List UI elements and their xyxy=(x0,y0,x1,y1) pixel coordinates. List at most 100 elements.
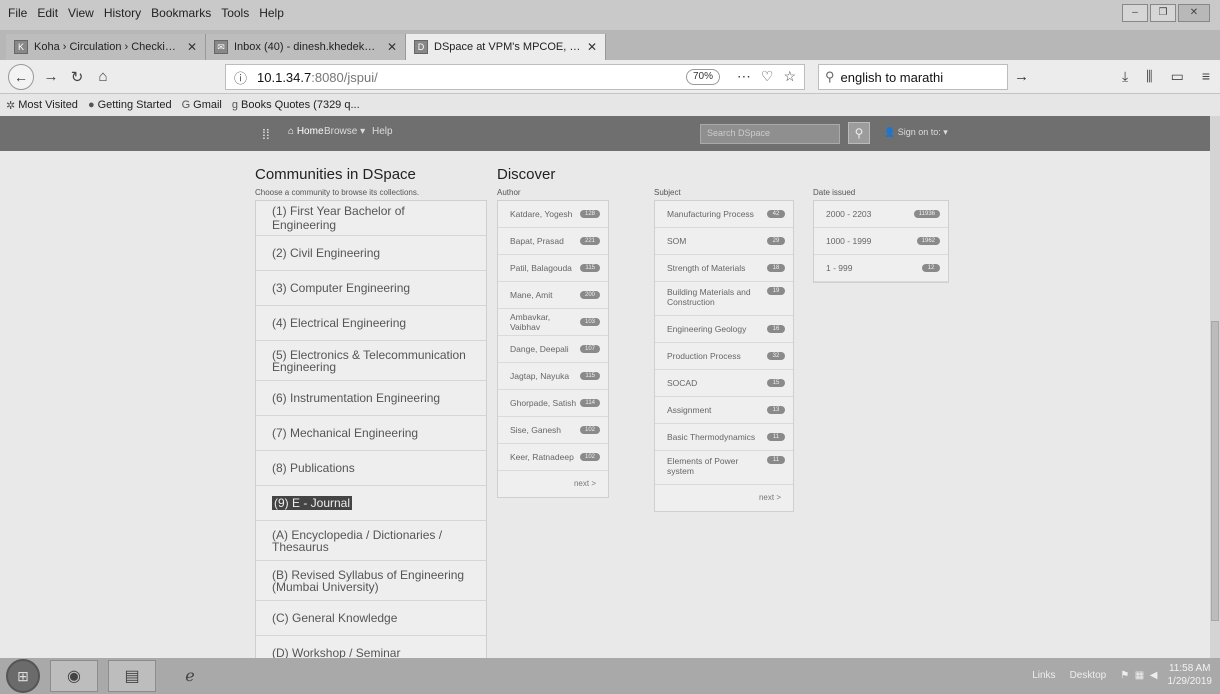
menu-bookmarks[interactable]: Bookmarks xyxy=(151,6,211,20)
tab-inbox[interactable]: ✉ Inbox (40) - dinesh.khedekar@ ✕ xyxy=(206,34,406,60)
subject-row[interactable]: SOM 29 xyxy=(655,228,793,255)
dspace-logo-icon[interactable]: ⁞⁞ xyxy=(262,126,278,142)
search-go-icon[interactable]: → xyxy=(1014,68,1029,85)
author-row[interactable]: Dange, Deepali 107 xyxy=(498,336,608,363)
menu-file[interactable]: File xyxy=(8,6,27,20)
close-window-icon[interactable]: ✕ xyxy=(1178,4,1210,22)
community-item[interactable]: (7) Mechanical Engineering xyxy=(256,416,486,451)
count-badge: 11 xyxy=(767,456,785,464)
links-toolbar[interactable]: Links xyxy=(1032,670,1055,681)
date-facet-list: 2000 - 2203 11936 1000 - 1999 1962 1 - 999… xyxy=(813,200,949,283)
back-icon[interactable]: ← xyxy=(8,63,34,90)
page-actions-icon[interactable]: ⋯ xyxy=(737,68,751,85)
dspace-search-input[interactable]: Search DSpace xyxy=(700,124,840,144)
date-row[interactable]: 1000 - 1999 1962 xyxy=(814,228,948,255)
address-bar[interactable]: ⓘ 10.1.34.7:8080/jspui/ 70% ⋯ ♡ ☆ xyxy=(225,64,805,90)
flag-icon[interactable]: ⚑ xyxy=(1120,670,1129,681)
library-icon[interactable]: ⫼ xyxy=(1146,68,1152,85)
close-tab-icon[interactable]: ✕ xyxy=(187,40,197,54)
bookmark-gmail[interactable]: G Gmail xyxy=(182,99,222,111)
bookmark-books-quotes[interactable]: g Books Quotes (7329 q... xyxy=(232,99,360,111)
community-item[interactable]: (6) Instrumentation Engineering xyxy=(256,381,486,416)
toolbar-right: ⤓ ⫼ ▭ ≡ xyxy=(1122,68,1210,85)
subject-row[interactable]: Strength of Materials 18 xyxy=(655,255,793,282)
nav-help-link[interactable]: Help xyxy=(372,126,393,137)
close-tab-icon[interactable]: ✕ xyxy=(587,40,597,54)
author-row[interactable]: Patil, Balagouda 115 xyxy=(498,255,608,282)
date-row[interactable]: 1 - 999 12 xyxy=(814,255,948,282)
close-tab-icon[interactable]: ✕ xyxy=(387,40,397,54)
date-row[interactable]: 2000 - 2203 11936 xyxy=(814,201,948,228)
tab-dspace[interactable]: D DSpace at VPM's MPCOE, Velr ✕ xyxy=(406,34,606,60)
tab-koha[interactable]: K Koha › Circulation › Checking ( ✕ xyxy=(6,34,206,60)
author-row[interactable]: Keer, Ratnadeep 102 xyxy=(498,444,608,471)
home-icon[interactable]: ⌂ xyxy=(92,68,114,85)
menu-edit[interactable]: Edit xyxy=(37,6,58,20)
volume-icon[interactable]: ◀ xyxy=(1150,670,1158,681)
pocket-icon[interactable]: ♡ xyxy=(761,68,774,85)
subject-row[interactable]: Assignment 13 xyxy=(655,397,793,424)
subject-row[interactable]: Manufacturing Process 42 xyxy=(655,201,793,228)
subject-name: Strength of Materials xyxy=(667,263,746,273)
nav-browse-link[interactable]: Browse ▾ xyxy=(324,126,365,137)
community-item[interactable]: (5) Electronics & Telecommunication Engi… xyxy=(256,341,486,381)
dspace-search-button[interactable]: ⚲ xyxy=(848,122,870,144)
menu-help[interactable]: Help xyxy=(259,6,284,20)
community-item[interactable]: (8) Publications xyxy=(256,451,486,486)
author-row[interactable]: Bapat, Prasad 221 xyxy=(498,228,608,255)
subject-facet: Subject Manufacturing Process 42 SOM 29 St… xyxy=(654,188,794,512)
author-row[interactable]: Katdare, Yogesh 128 xyxy=(498,201,608,228)
community-item[interactable]: (B) Revised Syllabus of Engineering (Mum… xyxy=(256,561,486,601)
subject-row[interactable]: Elements of Power system 11 xyxy=(655,451,793,485)
author-row[interactable]: Ambavkar, Vaibhav 103 xyxy=(498,309,608,336)
community-item[interactable]: (4) Electrical Engineering xyxy=(256,306,486,341)
sign-on-link[interactable]: 👤 Sign on to: ▾ xyxy=(884,127,948,138)
download-icon[interactable]: ⤓ xyxy=(1122,68,1128,85)
forward-icon[interactable]: → xyxy=(40,68,62,85)
zoom-indicator[interactable]: 70% xyxy=(686,69,721,85)
firefox-taskbar-icon[interactable]: ◉ xyxy=(50,660,98,692)
subject-row[interactable]: Engineering Geology 16 xyxy=(655,316,793,343)
subject-row[interactable]: SOCAD 15 xyxy=(655,370,793,397)
nav-home-link[interactable]: ⌂ Home xyxy=(288,126,324,137)
community-item[interactable]: (1) First Year Bachelor of Engineering xyxy=(256,201,486,236)
community-item-highlighted[interactable]: (9) E - Journal xyxy=(256,486,486,521)
scrollbar-thumb[interactable] xyxy=(1211,321,1219,621)
menu-view[interactable]: View xyxy=(68,6,94,20)
sidebar-icon[interactable]: ▭ xyxy=(1171,68,1184,85)
subject-next-link[interactable]: next > xyxy=(655,485,793,511)
desktop-toolbar[interactable]: Desktop xyxy=(1070,670,1107,681)
explorer-taskbar-icon[interactable]: ▤ xyxy=(108,660,156,692)
clock[interactable]: 11:58 AM 1/29/2019 xyxy=(1168,662,1213,688)
network-icon[interactable]: ▦ xyxy=(1135,670,1144,681)
bookmark-most-visited[interactable]: ✲ Most Visited xyxy=(6,99,78,112)
vertical-scrollbar[interactable] xyxy=(1210,116,1220,658)
community-item[interactable]: (A) Encyclopedia / Dictionaries / Thesau… xyxy=(256,521,486,561)
bookmark-getting-started[interactable]: ● Getting Started xyxy=(88,99,172,111)
minimize-icon[interactable]: – xyxy=(1122,4,1148,22)
bookmark-star-icon[interactable]: ☆ xyxy=(783,68,796,85)
community-item[interactable]: (C) General Knowledge xyxy=(256,601,486,636)
subject-row[interactable]: Production Process 32 xyxy=(655,343,793,370)
communities-title: Communities in DSpace xyxy=(255,166,416,183)
subject-row[interactable]: Building Materials and Construction 19 xyxy=(655,282,793,316)
search-bar[interactable]: ⚲ english to marathi → xyxy=(818,64,1029,90)
hamburger-menu-icon[interactable]: ≡ xyxy=(1202,68,1210,85)
community-item[interactable]: (2) Civil Engineering xyxy=(256,236,486,271)
author-next-link[interactable]: next > xyxy=(498,471,608,497)
subject-row[interactable]: Basic Thermodynamics 11 xyxy=(655,424,793,451)
author-row[interactable]: Ghorpade, Satish 114 xyxy=(498,390,608,417)
start-button-icon[interactable]: ⊞ xyxy=(6,659,40,693)
maximize-icon[interactable]: ❐ xyxy=(1150,4,1176,22)
community-item[interactable]: (D) Workshop / Seminar xyxy=(256,636,486,658)
author-row[interactable]: Jagtap, Nayuka 115 xyxy=(498,363,608,390)
menu-history[interactable]: History xyxy=(104,6,141,20)
menu-tools[interactable]: Tools xyxy=(221,6,249,20)
community-item[interactable]: (3) Computer Engineering xyxy=(256,271,486,306)
author-row[interactable]: Mane, Amit 200 xyxy=(498,282,608,309)
reload-icon[interactable]: ↻ xyxy=(66,68,88,86)
ie-taskbar-icon[interactable]: ℯ xyxy=(166,660,214,692)
author-row[interactable]: Sise, Ganesh 102 xyxy=(498,417,608,444)
info-icon[interactable]: ⓘ xyxy=(234,68,247,87)
date-facet: Date issued 2000 - 2203 11936 1000 - 1999… xyxy=(813,188,949,283)
